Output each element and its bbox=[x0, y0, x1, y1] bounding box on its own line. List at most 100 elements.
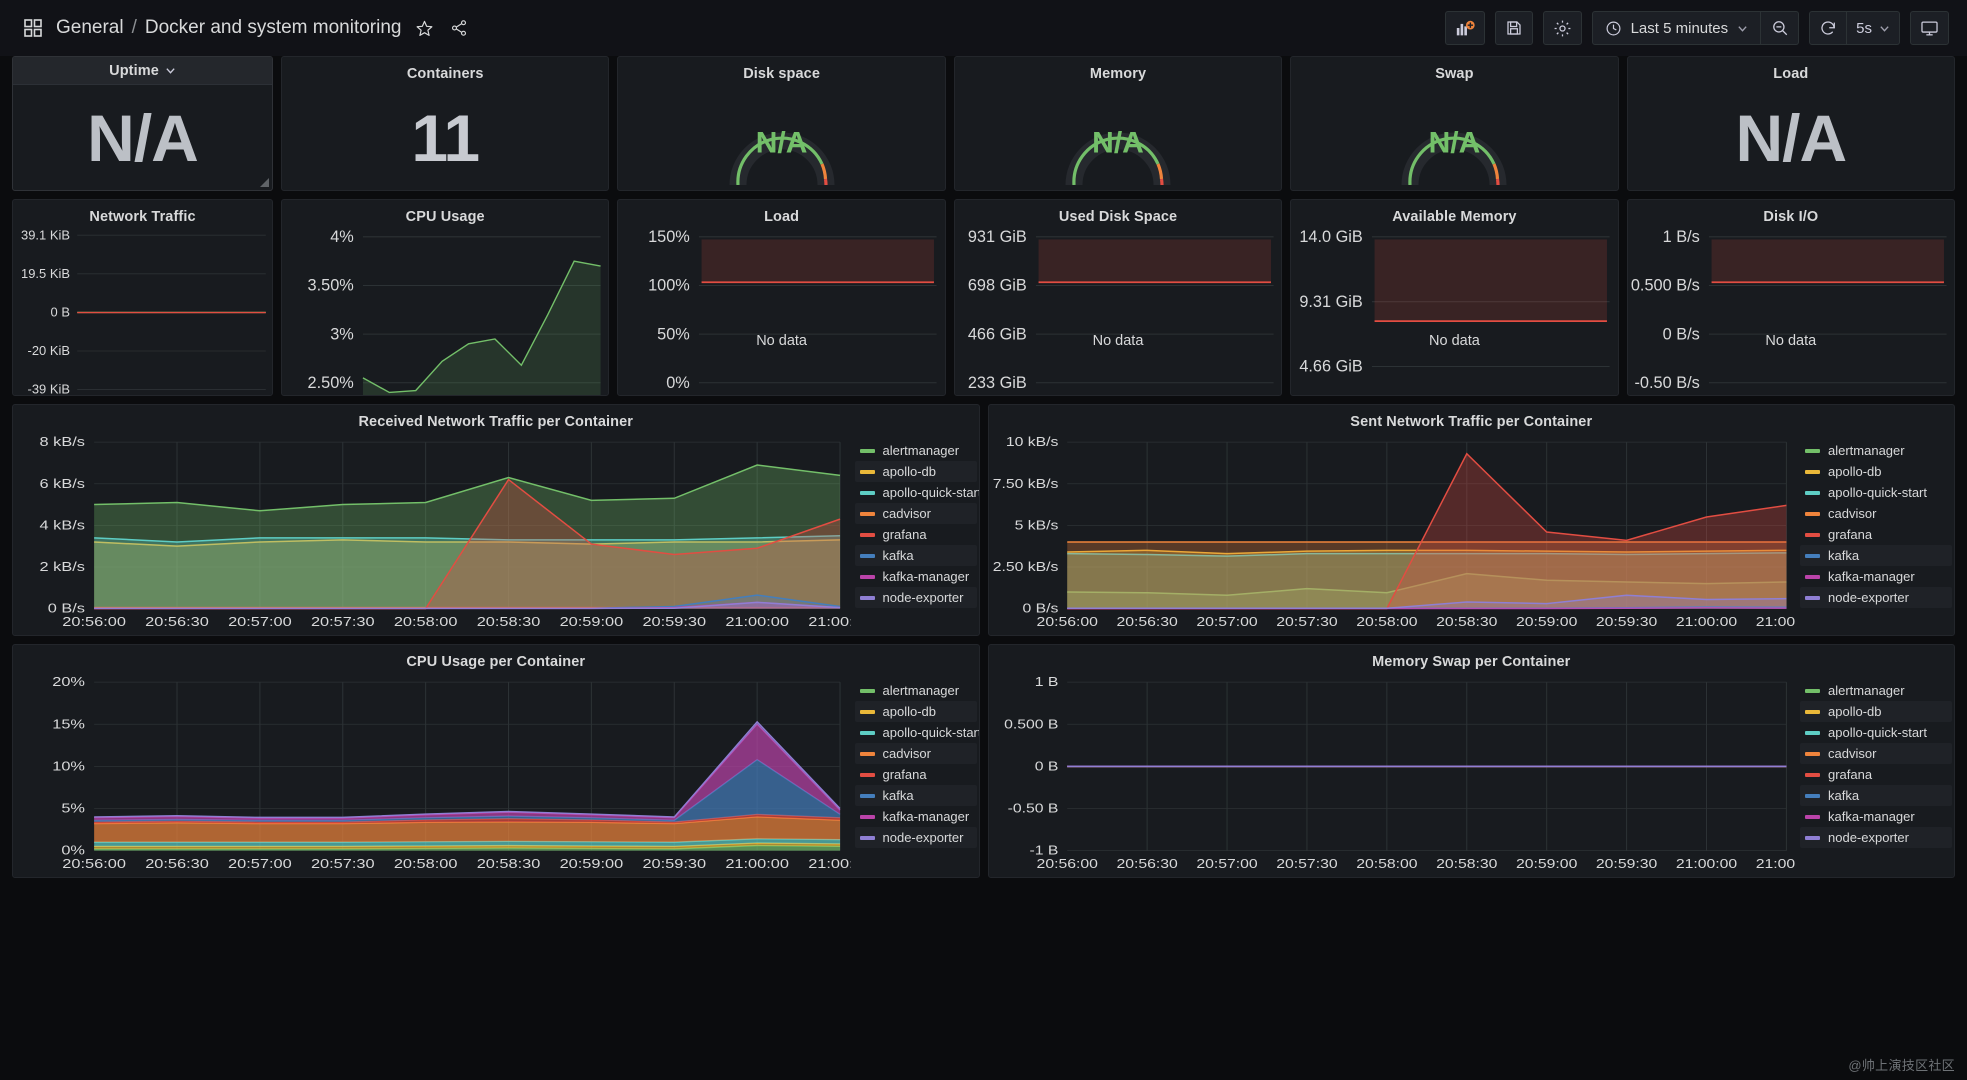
legend-item[interactable]: apollo-quick-start bbox=[1800, 722, 1952, 743]
legend-color-swatch bbox=[1805, 751, 1820, 756]
legend-item[interactable]: kafka bbox=[1800, 545, 1952, 566]
legend-color-swatch bbox=[1805, 709, 1820, 714]
y-axis-tick: 698 GiB bbox=[968, 277, 1027, 295]
legend-item[interactable]: node-exporter bbox=[854, 587, 977, 608]
panel-disk-space[interactable]: Disk space N/A bbox=[617, 56, 946, 191]
panel-available-memory[interactable]: Available Memory No data 14.0 GiB 9.31 GiB 4… bbox=[1290, 199, 1619, 396]
gear-icon[interactable] bbox=[1542, 11, 1582, 45]
legend-color-swatch bbox=[1805, 553, 1820, 558]
legend-item[interactable]: cadvisor bbox=[854, 743, 977, 764]
y-axis-tick: 150% bbox=[648, 229, 690, 246]
x-axis-tick: 20:57:30 bbox=[1276, 615, 1337, 629]
legend-label: grafana bbox=[1828, 767, 1873, 782]
panel-containers[interactable]: Containers 11 bbox=[281, 56, 610, 191]
panel-swap[interactable]: Swap N/A bbox=[1290, 56, 1619, 191]
refresh-interval-picker[interactable]: 5s bbox=[1847, 11, 1900, 45]
panel-received-network-traffic-per-container[interactable]: Received Network Traffic per Container 8 … bbox=[12, 404, 980, 636]
add-panel-icon[interactable] bbox=[1444, 11, 1485, 45]
legend-label: apollo-db bbox=[1828, 464, 1882, 479]
graph-body[interactable]: No data150%100%50%0%-50% bbox=[618, 229, 944, 395]
legend-item[interactable]: apollo-db bbox=[854, 701, 977, 722]
breadcrumb-folder[interactable]: General bbox=[56, 17, 124, 39]
legend-item[interactable]: kafka-manager bbox=[1800, 566, 1952, 587]
panel-load[interactable]: Load N/A bbox=[1626, 56, 1956, 191]
plot-area[interactable]: 8 kB/s 6 kB/s 4 kB/s 2 kB/s 0 B/s 20:56:00 20:… bbox=[13, 434, 851, 635]
gauge-value: N/A bbox=[1428, 126, 1481, 160]
legend-item[interactable]: alertmanager bbox=[1800, 680, 1952, 701]
panel-disk-i-o[interactable]: Disk I/O No data 1 B/s 0.500 B/s 0 B/s -0.50 … bbox=[1626, 199, 1956, 396]
legend-color-swatch bbox=[1805, 835, 1820, 840]
panel-sent-network-traffic-per-container[interactable]: Sent Network Traffic per Container 10 kB/… bbox=[987, 404, 1955, 636]
panel-memory[interactable]: Memory N/A bbox=[953, 56, 1283, 191]
legend-item[interactable]: apollo-quick-start bbox=[855, 482, 979, 503]
gauge-container: N/A bbox=[618, 86, 944, 190]
panel-title: Load bbox=[764, 209, 800, 225]
grid-icon[interactable] bbox=[22, 17, 44, 39]
legend-item[interactable]: alertmanager bbox=[855, 440, 977, 461]
x-axis-tick: 21:00:30 bbox=[808, 857, 850, 871]
graph-body[interactable]: 39.1 KiB 19.5 KiB 0 B -20 KiB -39 KiB bbox=[13, 229, 272, 395]
graph-body[interactable]: No data1 B/s0.500 B/s0 B/s-0.50 B/s-1 B/… bbox=[1628, 229, 1954, 395]
panel-title: Load bbox=[1773, 66, 1809, 82]
plot-area[interactable]: 10 kB/s 7.50 kB/s 5 kB/s 2.50 kB/s 0 B/s 20:5… bbox=[989, 434, 1796, 635]
legend-item[interactable]: grafana bbox=[855, 764, 977, 785]
legend-item[interactable]: apollo-quick-start bbox=[855, 722, 979, 743]
legend-item[interactable]: node-exporter bbox=[854, 827, 977, 848]
graph-body[interactable]: 4%3.50%3%2.50%2% bbox=[282, 229, 608, 395]
save-icon[interactable] bbox=[1494, 11, 1533, 45]
star-icon[interactable] bbox=[414, 17, 436, 39]
y-axis-tick: 0% bbox=[667, 374, 691, 392]
legend-item[interactable]: grafana bbox=[1800, 524, 1952, 545]
legend-item[interactable]: apollo-quick-start bbox=[1800, 482, 1952, 503]
graph-body[interactable]: No data14.0 GiB9.31 GiB4.66 GiB0 B bbox=[1291, 229, 1617, 395]
zoom-out-icon[interactable] bbox=[1761, 11, 1800, 45]
legend-item[interactable]: cadvisor bbox=[854, 503, 977, 524]
watermark: @帅上演技区社区 bbox=[1848, 1058, 1955, 1073]
time-range-label: Last 5 minutes bbox=[1630, 19, 1729, 37]
graph-body[interactable]: No data931 GiB698 GiB466 GiB233 GiB0 B bbox=[955, 229, 1281, 395]
x-axis-tick: 20:58:00 bbox=[394, 615, 458, 629]
breadcrumb-separator: / bbox=[131, 17, 137, 38]
legend-item[interactable]: node-exporter bbox=[1800, 827, 1952, 848]
legend-item[interactable]: kafka-manager bbox=[1800, 806, 1952, 827]
resize-handle[interactable] bbox=[260, 178, 269, 187]
legend-item[interactable]: cadvisor bbox=[1800, 743, 1952, 764]
legend-item[interactable]: alertmanager bbox=[1800, 440, 1952, 461]
legend-item[interactable]: kafka-manager bbox=[855, 566, 977, 587]
y-axis-tick: -1 B bbox=[1029, 844, 1058, 858]
share-icon[interactable] bbox=[448, 17, 470, 39]
legend-item[interactable]: apollo-db bbox=[854, 461, 977, 482]
legend-item[interactable]: cadvisor bbox=[1800, 503, 1952, 524]
x-axis-tick: 21:00:00 bbox=[725, 857, 789, 871]
plot-area[interactable]: 20% 15% 10% 5% 0% 20:56:00 20:56:30 20:57:00 20:… bbox=[13, 674, 850, 877]
legend-item[interactable]: apollo-db bbox=[1800, 461, 1952, 482]
time-range-picker[interactable]: Last 5 minutes bbox=[1591, 11, 1762, 45]
plot-area[interactable]: 1 B 0.500 B 0 B -0.50 B -1 B 20:56:00 20:56:30… bbox=[989, 674, 1796, 877]
legend-label: node-exporter bbox=[1828, 830, 1909, 845]
legend-item[interactable]: grafana bbox=[855, 524, 977, 545]
legend-label: cadvisor bbox=[1828, 746, 1877, 761]
panel-load[interactable]: Load No data150%100%50%0%-50% bbox=[617, 199, 946, 396]
panel-title: Memory bbox=[1089, 66, 1147, 82]
gauge-arc: N/A bbox=[1390, 93, 1518, 186]
panel-network-traffic[interactable]: Network Traffic 39.1 KiB 19.5 KiB 0 B -20 Ki… bbox=[12, 199, 273, 396]
panel-header[interactable]: Uptime bbox=[13, 57, 272, 85]
legend-item[interactable]: kafka bbox=[854, 785, 977, 806]
tv-icon[interactable] bbox=[1910, 11, 1949, 45]
panel-cpu-usage-per-container[interactable]: CPU Usage per Container 20% 15% 10% 5% 0% 20:5… bbox=[12, 644, 980, 878]
legend-item[interactable]: kafka bbox=[1800, 785, 1952, 806]
panel-memory-swap-per-container[interactable]: Memory Swap per Container 1 B 0.500 B 0 B -0… bbox=[987, 644, 1955, 878]
panel-used-disk-space[interactable]: Used Disk Space No data 931 GiB 698 GiB 466 … bbox=[953, 199, 1283, 396]
panel-uptime[interactable]: Uptime N/A bbox=[12, 56, 273, 191]
legend-item[interactable]: apollo-db bbox=[1800, 701, 1952, 722]
panel-title: Received Network Traffic per Container bbox=[358, 414, 634, 430]
chevron-down-icon[interactable] bbox=[165, 65, 176, 76]
legend-item[interactable]: kafka-manager bbox=[855, 806, 977, 827]
refresh-icon[interactable] bbox=[1809, 11, 1848, 45]
legend-item[interactable]: kafka bbox=[854, 545, 977, 566]
legend-item[interactable]: node-exporter bbox=[1800, 587, 1952, 608]
legend-color-swatch bbox=[1805, 814, 1820, 819]
legend-item[interactable]: grafana bbox=[1800, 764, 1952, 785]
panel-cpu-usage[interactable]: CPU Usage4%3.50%3%2.50%2% bbox=[281, 199, 610, 396]
legend-item[interactable]: alertmanager bbox=[855, 680, 977, 701]
